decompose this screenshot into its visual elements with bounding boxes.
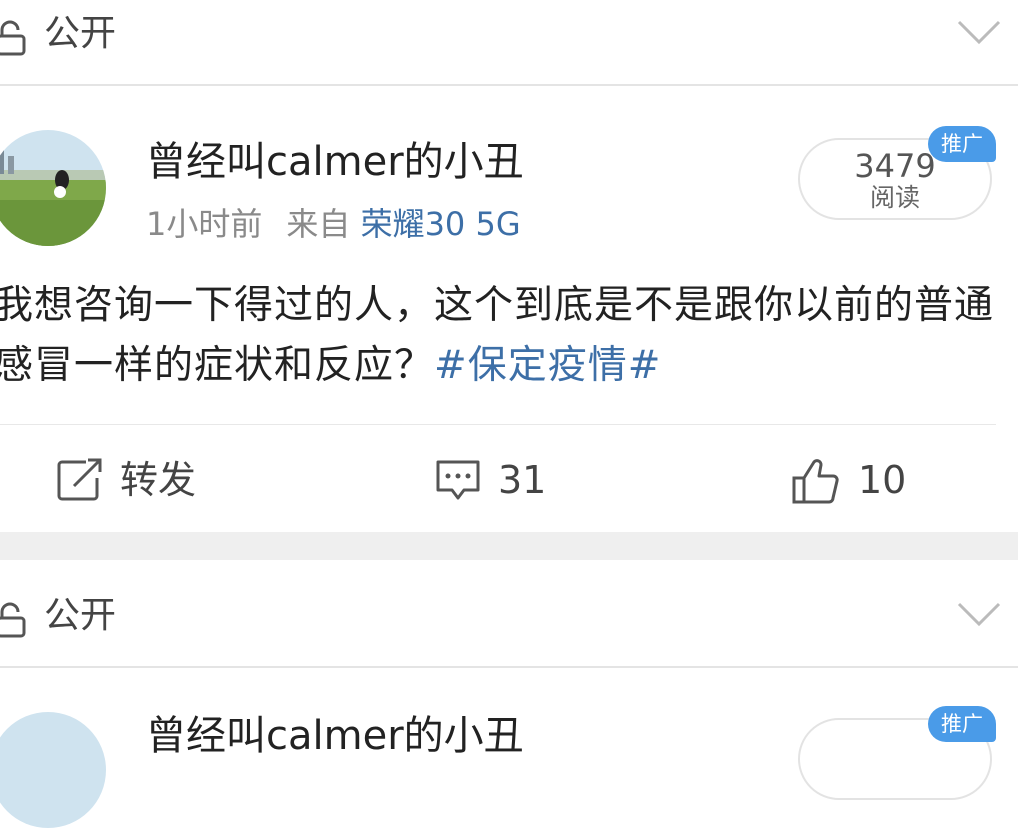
privacy-row[interactable]: 公开 (0, 582, 1018, 666)
privacy-label: 公开 (44, 13, 117, 54)
like-count: 10 (858, 458, 907, 502)
chevron-down-icon[interactable] (956, 598, 1002, 628)
repost-icon (57, 458, 102, 501)
post-text: 我想咨询一下得过的人，这个到底是不是跟你以前的普通感冒一样的症状和反应？#保定疫… (0, 276, 994, 396)
repost-label: 转发 (120, 458, 197, 502)
like-icon (792, 459, 839, 504)
divider (0, 84, 1018, 86)
chevron-down-icon[interactable] (956, 16, 1002, 46)
repost-button[interactable]: 转发 (56, 450, 236, 510)
comment-count: 31 (498, 458, 547, 502)
like-button[interactable]: 10 (790, 450, 930, 510)
lock-open-icon (0, 20, 26, 56)
comment-button[interactable]: 31 (434, 450, 574, 510)
hashtag-link[interactable]: #保定疫情# (434, 343, 661, 388)
username[interactable]: 曾经叫calmer的小丑 (146, 712, 524, 760)
avatar[interactable] (0, 130, 106, 246)
section-separator (0, 532, 1018, 560)
lock-open-icon (0, 602, 26, 638)
privacy-row[interactable]: 公开 (0, 0, 1018, 84)
avatar[interactable] (0, 712, 106, 828)
divider (0, 424, 996, 425)
comment-icon (436, 460, 480, 500)
promo-badge: 推广 (928, 706, 996, 742)
device-link[interactable]: 荣耀30 5G (361, 205, 521, 243)
privacy-label: 公开 (44, 595, 117, 636)
promo-badge: 推广 (928, 126, 996, 162)
divider (0, 666, 1018, 668)
read-unit: 阅读 (869, 183, 920, 212)
post-time: 1小时前 (146, 205, 263, 243)
source-label: 来自 (286, 205, 351, 243)
post-meta: 1小时前 来自 荣耀30 5G (146, 204, 521, 244)
username[interactable]: 曾经叫calmer的小丑 (146, 138, 524, 186)
